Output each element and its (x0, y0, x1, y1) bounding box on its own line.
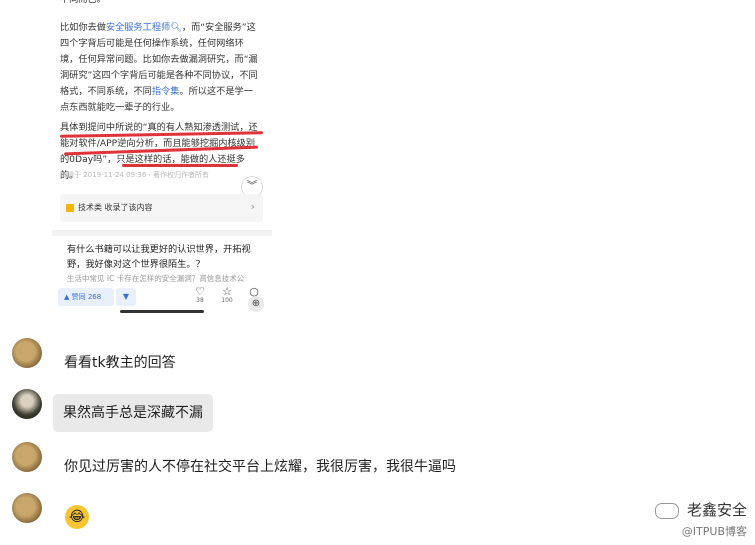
para1-text: 比如你去做 (60, 22, 106, 33)
zoom-icon[interactable]: ⊕ (248, 296, 264, 312)
red-underline-3 (122, 164, 238, 167)
tag-icon (66, 204, 74, 212)
wechat-icon (654, 502, 679, 519)
downvote-button[interactable]: ▼ (116, 288, 136, 306)
collection-text: 技术类 收录了该内容 (78, 203, 153, 212)
comment-button[interactable]: ♡ 38 (192, 285, 208, 304)
search-icon: 🔍︎ (170, 22, 182, 33)
chat-message: 看看tk教主的回答 (64, 355, 176, 371)
answer-paragraph-1: 比如你去做安全服务工程师🔍︎，而“安全服务”这四个字背后可能是任何操作系统，任何… (60, 20, 262, 116)
avatar[interactable] (12, 338, 42, 368)
vote-label: 赞同 268 (71, 293, 102, 301)
chevron-down-icon: ︾ (247, 181, 257, 192)
avatar[interactable] (12, 442, 42, 472)
chevron-right-icon: › (250, 200, 255, 213)
answer-line0: 不同而已。 (60, 0, 262, 8)
avatar[interactable] (12, 389, 42, 419)
collection-row[interactable]: 技术类 收录了该内容 › (60, 194, 263, 222)
avatar[interactable] (12, 493, 42, 523)
favorite-button[interactable]: ☆ 100 (219, 285, 235, 304)
home-indicator (120, 310, 204, 313)
divider (52, 230, 272, 236)
chat-message: 你见过厉害的人不停在社交平台上炫耀，我很厉害，我很牛逼吗 (64, 459, 456, 475)
comment-count: 38 (196, 297, 204, 304)
watermark: 老鑫安全 (654, 499, 747, 520)
favorite-count: 100 (221, 297, 233, 304)
link-security-engineer[interactable]: 安全服务工程师 (106, 22, 170, 33)
chat-bubble: 果然高手总是深藏不漏 (53, 394, 213, 432)
triangle-down-icon: ▼ (122, 292, 130, 301)
action-bar: ▲ 赞同 268 ▼ ♡ 38 ☆ 100 ○ (52, 282, 272, 312)
watermark-name: 老鑫安全 (686, 501, 747, 519)
edit-meta: 编辑于 2019-11-24 09:36 · 著作权归作者所有 (60, 171, 209, 179)
triangle-up-icon: ▲ (64, 293, 70, 301)
answer-screenshot: 不同而已。 比如你去做安全服务工程师🔍︎，而“安全服务”这四个字背后可能是任何操… (52, 0, 272, 318)
link-instruction-set[interactable]: 指令集 (152, 86, 180, 97)
upvote-button[interactable]: ▲ 赞同 268 (58, 288, 114, 306)
related-question[interactable]: 有什么书籍可以让我更好的认识世界，开拓视野，我好像对这个世界很陌生。？ (67, 242, 262, 272)
watermark-site: @ITPUB博客 (681, 525, 747, 538)
laugh-emoji-icon: 😂 (65, 505, 89, 529)
